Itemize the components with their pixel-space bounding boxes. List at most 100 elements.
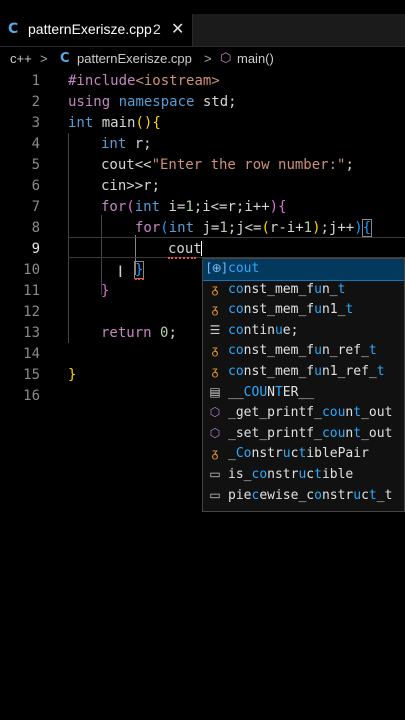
tab-patternexerisze-cpp[interactable]: C patternExerisze.cpp 2 ✕	[0, 14, 193, 46]
suggestion-label: _get_printf_count_out	[228, 405, 393, 421]
token: int	[134, 199, 161, 215]
token: int	[68, 115, 94, 131]
token: )	[354, 220, 363, 236]
token: using	[68, 94, 111, 110]
token: return	[101, 325, 152, 341]
token: (	[160, 220, 169, 236]
line-number: 2	[31, 94, 40, 110]
function-icon: ᵹ	[211, 302, 219, 317]
mouse-cursor-icon: I	[118, 262, 123, 281]
problems-count-badge: 2	[153, 21, 161, 37]
constant-icon: ▤	[209, 384, 221, 399]
code-line: 5 cout<<"Enter the row number:";	[0, 155, 405, 176]
method-icon: ⬡	[209, 425, 221, 440]
token: cout<<	[101, 157, 152, 173]
token: "Enter the row number:"	[151, 157, 346, 173]
token: 1	[185, 199, 194, 215]
line-number: 10	[23, 262, 40, 278]
code-line: 1 #include<iostream>	[0, 71, 405, 92]
token: {	[361, 219, 373, 237]
suggestion-item[interactable]: ᵹ const_mem_fun1_t	[203, 300, 404, 321]
suggestion-label: continue;	[228, 322, 299, 338]
line-number: 14	[23, 346, 40, 362]
struct-icon: ▭	[209, 467, 221, 481]
code-line: 2 using namespace std;	[0, 92, 405, 113]
token: 0	[151, 325, 169, 341]
error-squiggle	[168, 254, 196, 259]
line-number: 4	[31, 136, 40, 152]
token: ()	[135, 115, 153, 131]
line-number: 11	[23, 283, 40, 299]
code-line: 3 int main(){	[0, 113, 405, 134]
cpp-file-icon: C	[8, 21, 19, 37]
code-line: 8 for(int j=1;j<=(r-i+1);j++){	[0, 218, 405, 239]
suggestion-item[interactable]: ᵹ _ConstructiblePair	[203, 444, 404, 465]
chevron-right-icon: >	[204, 51, 212, 66]
token: j=	[194, 220, 220, 236]
close-icon[interactable]: ✕	[171, 19, 184, 38]
line-number: 5	[31, 157, 40, 173]
suggestion-label: _ConstructiblePair	[228, 446, 369, 462]
suggestion-item[interactable]: ⬡ _set_printf_count_out	[203, 424, 404, 445]
suggestion-item[interactable]: ᵹ const_mem_fun_ref_t	[203, 341, 404, 362]
token: (	[261, 220, 270, 236]
suggestion-item[interactable]: ☰ continue;	[203, 321, 404, 342]
snippet-var-icon: [⊕]	[207, 261, 227, 275]
token: int	[101, 136, 127, 152]
token: }	[68, 367, 77, 383]
token: main	[93, 115, 136, 131]
token: ;i<=r;i++	[193, 199, 270, 215]
token: <iostream>	[135, 73, 220, 89]
token: ;j++	[320, 220, 355, 236]
line-number: 1	[31, 73, 40, 89]
line-number: 8	[31, 220, 40, 236]
token: for	[101, 199, 127, 215]
chevron-right-icon: >	[40, 51, 48, 66]
line-number: 3	[31, 115, 40, 131]
suggestion-item[interactable]: ᵹ const_mem_fun1_ref_t	[203, 362, 404, 383]
token: for	[135, 220, 161, 236]
line-number: 12	[23, 304, 40, 320]
breadcrumb: c++ > C patternExerisze.cpp > ⬡ main()	[0, 48, 405, 70]
token: 1	[219, 220, 228, 236]
method-icon: ⬡	[209, 405, 221, 420]
text-cursor	[201, 241, 202, 256]
suggestion-item[interactable]: ▭ piecewise_construct_t	[203, 486, 404, 507]
token: r;	[126, 136, 152, 152]
code-line: 9 cout	[0, 239, 405, 260]
suggestion-label: _set_printf_count_out	[228, 425, 393, 441]
autocomplete-suggestions[interactable]: [⊕] cout ᵹ const_mem_fun_t ᵹ const_mem_fun1_t…	[202, 258, 405, 512]
function-icon: ᵹ	[211, 364, 219, 378]
suggestion-label: __COUNTER__	[228, 384, 315, 400]
token: #include	[68, 73, 136, 89]
suggestion-item[interactable]: ⬡ _get_printf_count_out	[203, 403, 404, 424]
line-number: 7	[31, 199, 40, 215]
token: cin>>r;	[101, 178, 161, 194]
token: ;	[168, 325, 177, 341]
token: int	[168, 220, 195, 236]
line-number: 15	[23, 367, 40, 383]
suggestion-item[interactable]: ▤ __COUNTER__	[203, 383, 404, 404]
token: i=	[160, 199, 186, 215]
method-icon: ⬡	[220, 51, 232, 66]
line-number: 9	[31, 241, 40, 257]
token: ;j<=	[227, 220, 262, 236]
suggestion-item[interactable]: [⊕] cout	[203, 259, 404, 281]
breadcrumb-file[interactable]: patternExerisze.cpp	[77, 51, 192, 66]
token: )	[312, 220, 321, 236]
breadcrumb-language[interactable]: c++	[10, 51, 32, 66]
code-line: 7 for(int i=1;i<=r;i++){	[0, 197, 405, 218]
token: ;	[345, 157, 354, 173]
token: }	[101, 283, 110, 299]
function-icon: ᵹ	[211, 343, 219, 358]
function-icon: ᵹ	[211, 446, 219, 461]
line-number: 6	[31, 178, 40, 194]
token: {	[152, 115, 161, 131]
breadcrumb-function[interactable]: main()	[237, 51, 274, 66]
suggestion-label: is_constructible	[228, 467, 354, 482]
keyword-icon: ☰	[209, 322, 221, 337]
tab-filename: patternExerisze.cpp	[28, 21, 152, 37]
suggestion-item[interactable]: ᵹ const_mem_fun_t	[203, 280, 404, 301]
suggestion-item[interactable]: ▭ is_constructible	[203, 465, 404, 486]
editor-tab-bar: C patternExerisze.cpp 2 ✕	[0, 14, 405, 47]
